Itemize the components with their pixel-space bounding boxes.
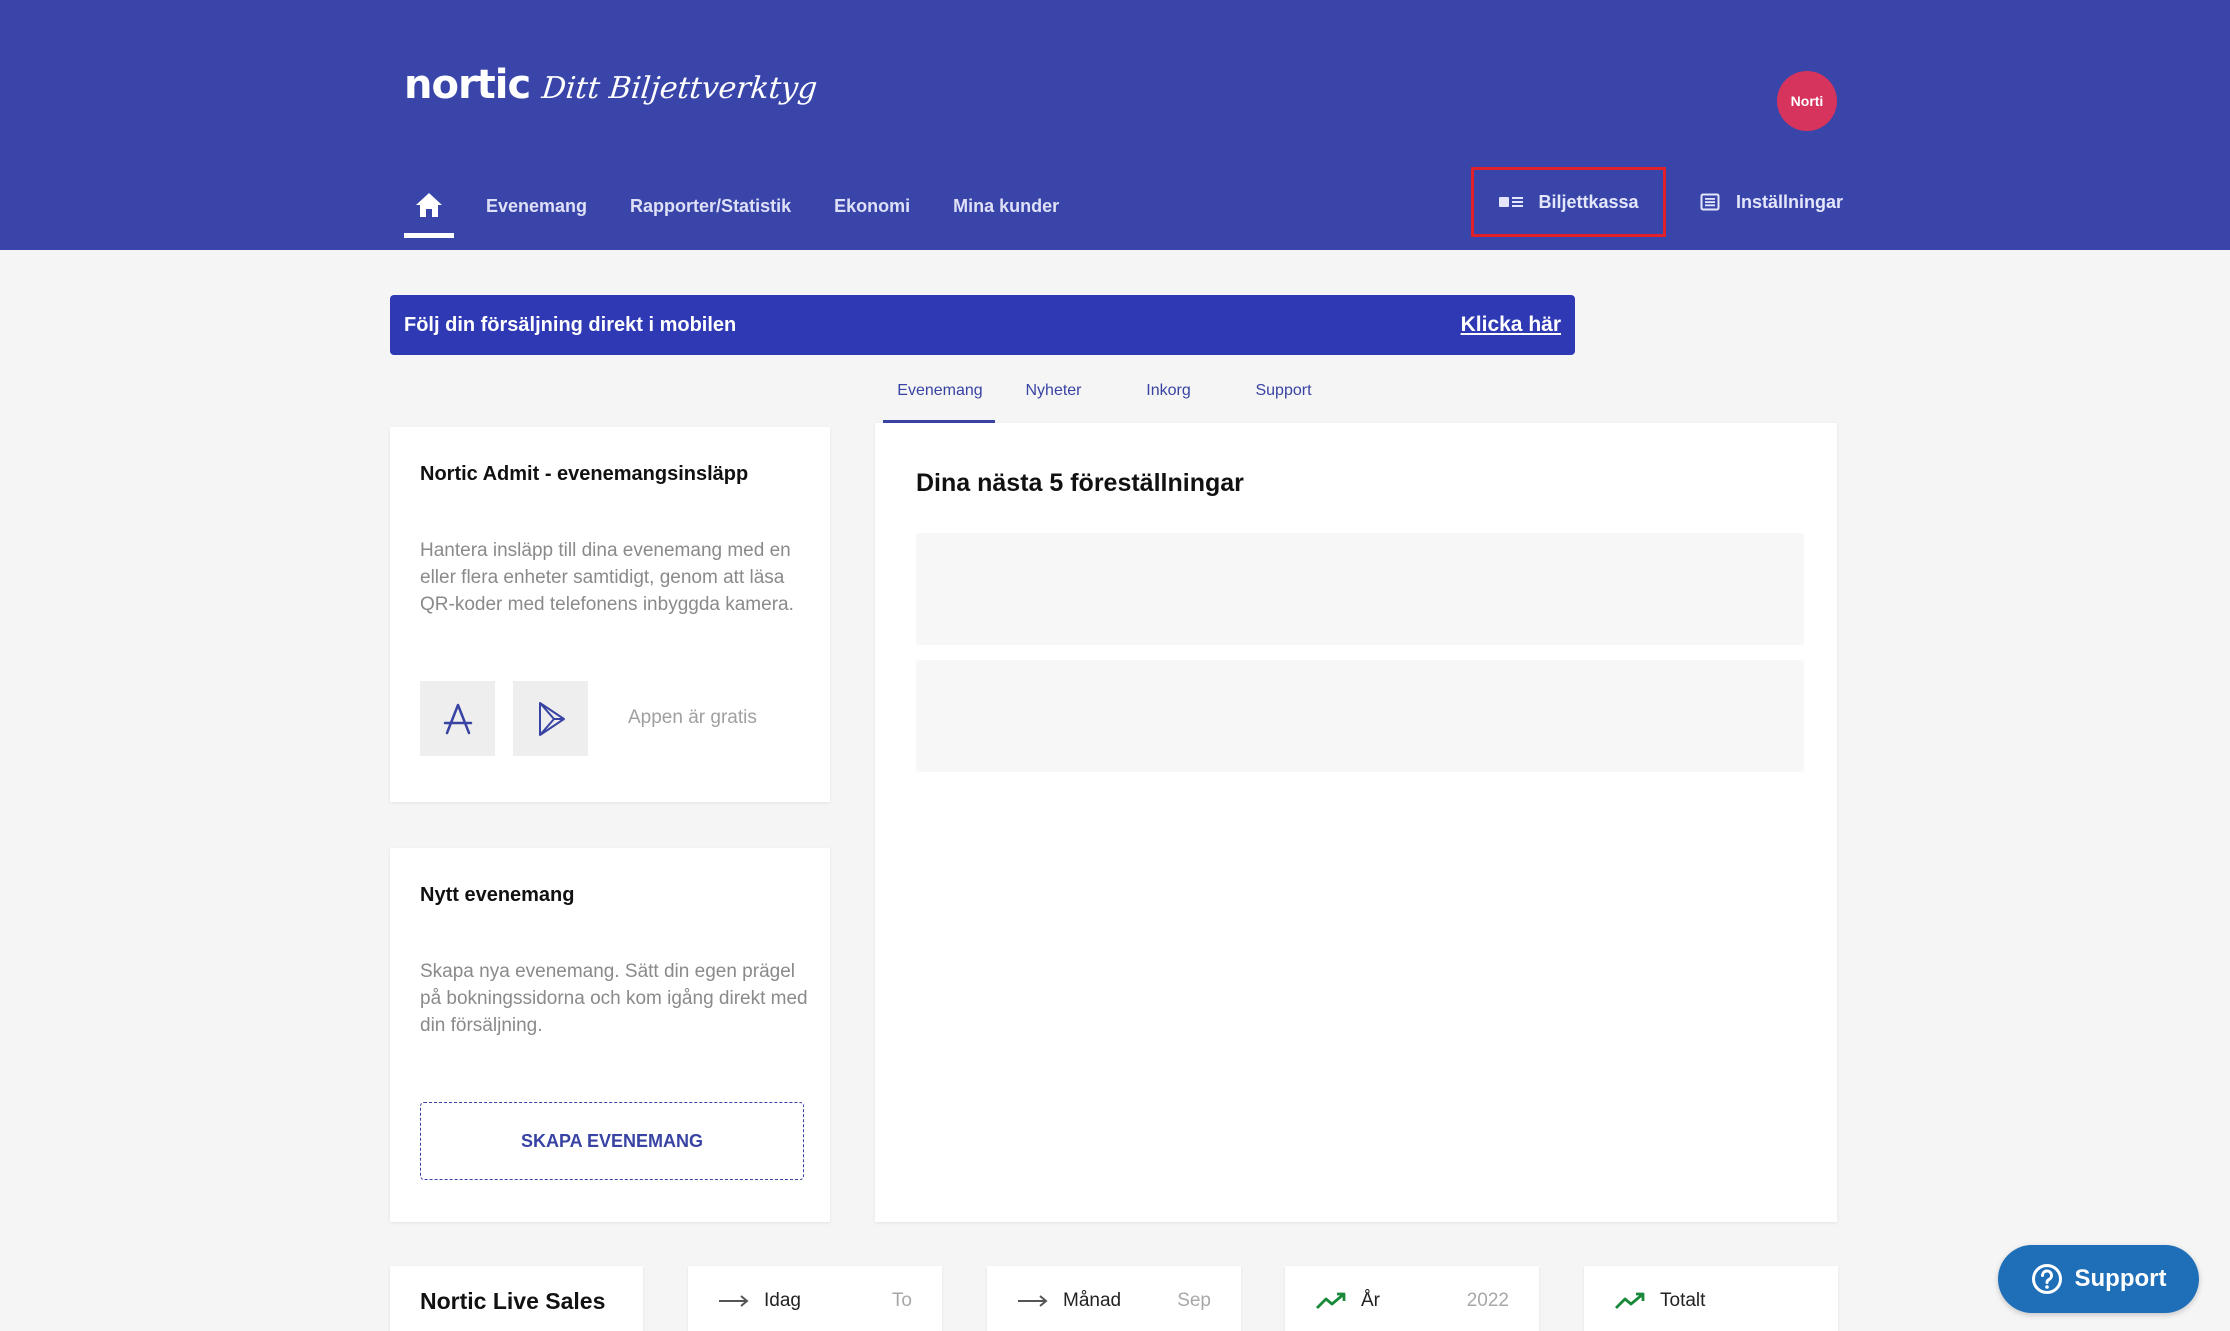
installningar-button[interactable]: Inställningar — [1700, 167, 1843, 237]
admit-card: Nortic Admit - evenemangsinsläpp Hantera… — [390, 427, 830, 802]
google-play-icon — [538, 701, 565, 736]
admit-card-title: Nortic Admit - evenemangsinsläpp — [420, 463, 749, 485]
nav-home[interactable] — [404, 180, 454, 238]
mobile-banner: Följ din försäljning direkt i mobilen Kl… — [390, 295, 1575, 355]
stat-value: Sep — [1177, 1290, 1211, 1311]
stat-ar[interactable]: År 2022 — [1285, 1266, 1539, 1331]
banner-text: Följ din försäljning direkt i mobilen — [404, 313, 737, 336]
stat-label: Månad — [1063, 1290, 1122, 1311]
biljettkassa-button[interactable]: Biljettkassa — [1471, 167, 1666, 237]
stat-totalt[interactable]: Totalt — [1584, 1266, 1838, 1331]
stat-label: Totalt — [1660, 1290, 1706, 1311]
brand-tagline: Ditt Biljettverktyg — [540, 71, 820, 106]
upcoming-shows-title: Dina nästa 5 föreställningar — [916, 469, 1244, 497]
support-label: Support — [2074, 1265, 2167, 1292]
nav-item-mina-kunder[interactable]: Mina kunder — [953, 180, 1059, 217]
brand-name: nortic — [404, 62, 531, 108]
user-avatar[interactable]: Norti — [1777, 71, 1837, 131]
live-sales-title: Nortic Live Sales — [420, 1287, 606, 1314]
create-event-button[interactable]: SKAPA EVENEMANG — [420, 1102, 804, 1180]
show-placeholder — [916, 660, 1804, 772]
installningar-label: Inställningar — [1736, 191, 1844, 212]
show-placeholder — [916, 533, 1804, 645]
tab-support[interactable]: Support — [1225, 374, 1340, 423]
tab-inkorg[interactable]: Inkorg — [1110, 374, 1225, 423]
top-header: nortic Ditt Biljettverktyg Norti Evenema… — [0, 0, 2230, 250]
nav-item-rapporter[interactable]: Rapporter/Statistik — [630, 180, 791, 217]
live-sales-card: Nortic Live Sales — [390, 1266, 643, 1331]
trend-up-icon — [1316, 1292, 1346, 1309]
stat-label: Idag — [764, 1290, 801, 1311]
settings-icon — [1700, 193, 1720, 211]
stat-manad[interactable]: Månad Sep — [987, 1266, 1241, 1331]
nav-item-ekonomi[interactable]: Ekonomi — [834, 180, 910, 217]
app-store-button[interactable] — [420, 681, 495, 756]
stat-value: 2022 — [1466, 1290, 1509, 1311]
help-icon — [2031, 1264, 2062, 1294]
biljettkassa-label: Biljettkassa — [1538, 191, 1639, 212]
admit-card-description: Hantera insläpp till dina evenemang med … — [420, 540, 794, 615]
brand-logo[interactable]: nortic Ditt Biljettverktyg — [404, 62, 820, 108]
tab-evenemang[interactable]: Evenemang — [883, 374, 995, 423]
ticket-register-icon — [1499, 197, 1524, 207]
home-icon — [416, 193, 442, 217]
stat-label: År — [1361, 1290, 1380, 1311]
stat-idag[interactable]: Idag To — [688, 1266, 942, 1331]
app-free-label: Appen är gratis — [628, 707, 757, 728]
google-play-button[interactable] — [513, 681, 588, 756]
nav-item-evenemang[interactable]: Evenemang — [486, 180, 587, 217]
stat-value: To — [891, 1290, 912, 1311]
content-tabs: Evenemang Nyheter Inkorg Support — [883, 374, 1340, 423]
main-nav: Evenemang Rapporter/Statistik Ekonomi Mi… — [404, 180, 1102, 240]
tab-nyheter[interactable]: Nyheter — [995, 374, 1110, 423]
new-event-description: Skapa nya evenemang. Sätt din egen präge… — [420, 961, 808, 1036]
new-event-title: Nytt evenemang — [420, 884, 575, 906]
trend-flat-icon — [719, 1295, 749, 1307]
support-button[interactable]: Support — [1998, 1245, 2199, 1313]
banner-link[interactable]: Klicka här — [1461, 313, 1561, 337]
trend-flat-icon — [1018, 1295, 1048, 1307]
trend-up-icon — [1615, 1292, 1645, 1309]
upcoming-shows-card: Dina nästa 5 föreställningar — [875, 423, 1837, 1222]
app-store-icon — [443, 703, 472, 734]
new-event-card: Nytt evenemang Skapa nya evenemang. Sätt… — [390, 848, 830, 1222]
